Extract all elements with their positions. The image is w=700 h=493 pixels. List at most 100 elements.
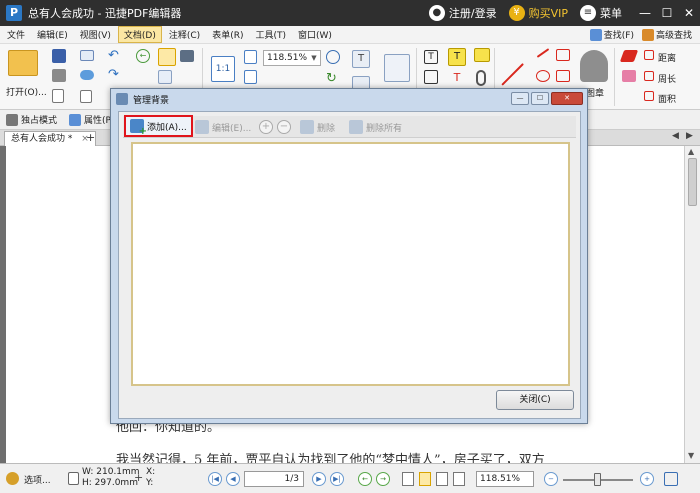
measure-distance-icon[interactable] [644, 50, 654, 60]
next-view-button[interactable]: → [376, 472, 390, 486]
status-zoom-select[interactable]: 118.51% [476, 471, 534, 487]
menu-edit[interactable]: 编辑(E) [32, 27, 73, 42]
zoom-out-button[interactable]: − [544, 472, 558, 486]
rotate-icon[interactable]: ↻ [326, 72, 340, 86]
continuous-facing-view-icon[interactable] [453, 472, 465, 486]
export-icon[interactable] [80, 90, 92, 103]
exclusive-mode-button[interactable]: 独占模式 [6, 113, 57, 126]
fit-page-icon[interactable] [244, 50, 257, 64]
menu-comment[interactable]: 注释(C) [164, 27, 205, 42]
login-link[interactable]: 注册/登录 [449, 5, 497, 21]
next-page-button[interactable]: ▶ [312, 472, 326, 486]
zoom-plus-icon[interactable] [326, 50, 340, 64]
tab-scroll-right-icon[interactable]: ▶ [686, 131, 693, 141]
polygon-tool-icon[interactable] [556, 49, 570, 61]
fit-width-icon[interactable] [244, 70, 257, 84]
menu-window[interactable]: 窗口(W) [293, 27, 337, 42]
distance-label[interactable]: 距离 [658, 51, 676, 64]
arrow-tool-icon[interactable] [536, 48, 550, 58]
stamp-icon[interactable] [580, 50, 608, 82]
stamp-label[interactable]: 图章 [586, 86, 604, 99]
scroll-up-icon[interactable]: ▲ [688, 147, 694, 156]
add-background-button[interactable]: 添加(A)... [124, 115, 193, 137]
first-page-button[interactable]: |◀ [208, 472, 222, 486]
print-icon[interactable] [52, 69, 66, 82]
attachment-icon[interactable] [476, 70, 486, 86]
measure-area-icon[interactable] [644, 91, 654, 101]
zoom-select[interactable]: 118.51% ▼ [263, 50, 321, 66]
save-icon[interactable] [52, 49, 66, 63]
fullscreen-icon[interactable] [664, 472, 678, 486]
continuous-view-icon[interactable] [419, 472, 431, 486]
vip-icon[interactable]: ¥ [508, 5, 525, 21]
pencil-edit-icon[interactable] [384, 54, 410, 82]
zoom-slider-thumb[interactable] [594, 473, 601, 486]
menu-icon[interactable]: ≡ [580, 5, 596, 21]
dialog-close-button[interactable]: 关闭(C) [496, 390, 574, 410]
page-number-input[interactable]: 1/3 [244, 471, 304, 487]
menu-file[interactable]: 文件 [2, 27, 30, 42]
facing-view-icon[interactable] [436, 472, 448, 486]
dialog-maximize-button[interactable]: ☐ [531, 92, 549, 105]
scroll-down-icon[interactable]: ▼ [688, 451, 694, 460]
options-button[interactable]: 选项... [24, 473, 51, 486]
background-list[interactable] [131, 142, 570, 386]
strikeout-icon[interactable]: T [448, 70, 466, 86]
tab-scroll-left-icon[interactable]: ◀ [672, 131, 679, 141]
single-page-view-icon[interactable] [402, 472, 414, 486]
email-icon[interactable] [80, 50, 94, 61]
document-tab[interactable]: 总有人会成功 * × [4, 131, 96, 146]
ellipse-tool-icon[interactable] [536, 70, 550, 82]
redo-icon[interactable]: ↷ [108, 68, 122, 81]
line-tool-icon[interactable] [501, 63, 524, 86]
options-gear-icon[interactable] [6, 472, 19, 485]
edit-background-button[interactable]: 编辑(E)... [195, 118, 251, 136]
find-button[interactable]: 查找(F) [589, 28, 634, 41]
minimize-button[interactable]: — [634, 0, 656, 26]
pentagon-tool-icon[interactable] [556, 70, 570, 82]
zoom-in-button[interactable]: + [640, 472, 654, 486]
snapshot-icon[interactable] [180, 50, 194, 62]
highlight-text-icon[interactable]: T [448, 48, 466, 66]
open-folder-icon[interactable] [8, 50, 38, 76]
hand-tool-icon[interactable] [158, 48, 176, 66]
text-tool-icon[interactable]: T [352, 50, 370, 68]
buy-vip-link[interactable]: 购买VIP [529, 5, 568, 21]
note-icon[interactable] [474, 48, 490, 62]
eraser-icon[interactable] [622, 70, 636, 82]
delete-all-backgrounds-button[interactable]: 删除所有 [349, 118, 402, 136]
dialog-minimize-button[interactable]: — [511, 92, 529, 105]
properties-button[interactable]: 属性(P) [69, 113, 114, 126]
vertical-scrollbar[interactable]: ▲ ▼ [684, 146, 700, 463]
scroll-thumb[interactable] [688, 158, 697, 206]
user-icon[interactable]: ● [428, 5, 445, 21]
last-page-button[interactable]: ▶| [330, 472, 344, 486]
select-tool-icon[interactable] [158, 70, 172, 84]
area-label[interactable]: 面积 [658, 92, 676, 105]
delete-background-button[interactable]: 删除 [300, 118, 335, 136]
cloud-icon[interactable] [80, 70, 94, 80]
pen-icon[interactable] [619, 50, 639, 62]
undo-icon[interactable]: ↶ [108, 49, 122, 62]
menu-view[interactable]: 视图(V) [75, 27, 116, 42]
back-icon[interactable]: ← [136, 49, 150, 63]
maximize-button[interactable]: ☐ [656, 0, 678, 26]
typewriter-icon[interactable] [424, 70, 438, 84]
measure-perimeter-icon[interactable] [644, 71, 654, 81]
perimeter-label[interactable]: 周长 [658, 72, 676, 85]
new-tab-icon[interactable]: + [86, 131, 95, 144]
previous-view-button[interactable]: ← [358, 472, 372, 486]
move-down-icon[interactable]: − [277, 120, 291, 134]
menu-tools[interactable]: 工具(T) [250, 27, 291, 42]
menu-form[interactable]: 表单(R) [207, 27, 248, 42]
previous-page-button[interactable]: ◀ [226, 472, 240, 486]
open-label[interactable]: 打开(O)... [6, 85, 47, 98]
actual-size-icon[interactable]: 1:1 [211, 56, 235, 82]
main-menu-link[interactable]: 菜单 [600, 5, 622, 21]
text-box-icon[interactable]: T [424, 50, 438, 64]
menu-document[interactable]: 文档(D) [117, 26, 162, 43]
new-document-icon[interactable] [52, 89, 64, 103]
advanced-search-button[interactable]: 高级查找 [641, 28, 692, 41]
move-up-icon[interactable]: + [259, 120, 273, 134]
close-window-button[interactable]: ✕ [678, 0, 700, 26]
